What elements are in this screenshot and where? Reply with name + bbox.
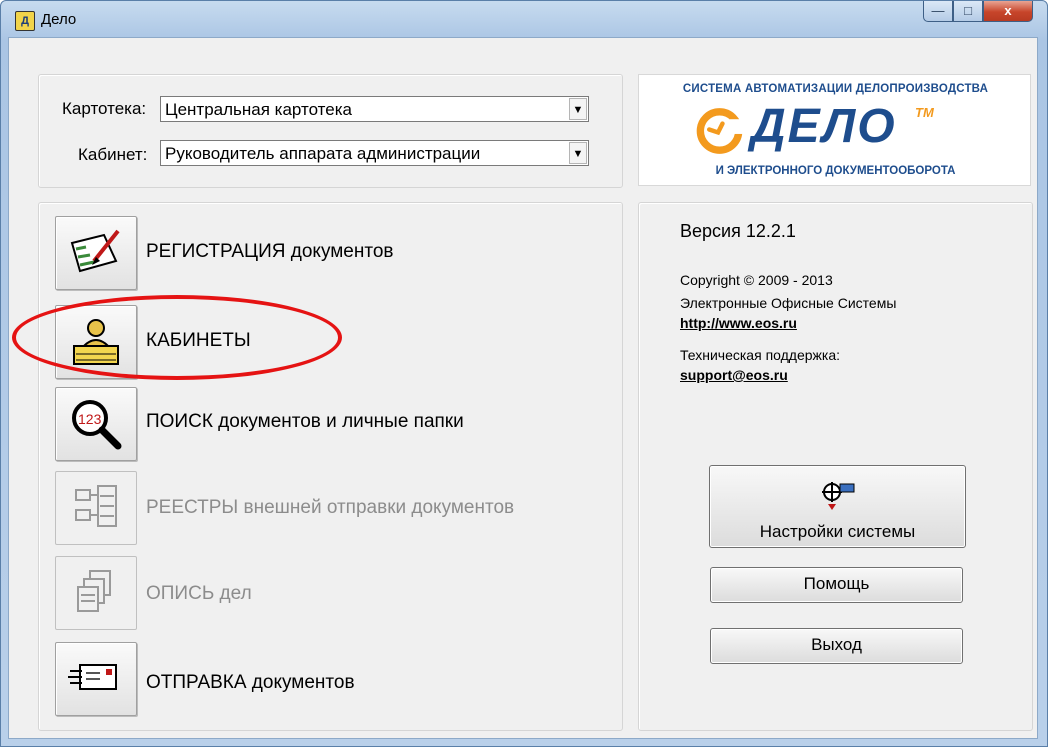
registration-pen-icon <box>70 229 120 273</box>
title-bar[interactable]: Д Дело — □ x <box>1 1 1047 37</box>
kartoteka-label: Картотека: <box>62 99 147 118</box>
logo-bottom-text: И ЭЛЕКТРОННОГО ДОКУМЕНТООБОРОТА <box>715 165 956 177</box>
cabinets-label[interactable]: КАБИНЕТЫ <box>146 330 251 352</box>
help-button[interactable]: Помощь <box>710 567 963 603</box>
website-link[interactable]: http://www.eos.ru <box>680 315 797 331</box>
clerk-at-desk-icon <box>73 319 119 365</box>
kabinet-label: Кабинет: <box>78 145 148 164</box>
exit-label: Выход <box>811 635 862 654</box>
support-email-link[interactable]: support@eos.ru <box>680 367 788 383</box>
logo-tm: TM <box>915 105 934 120</box>
inventory-label[interactable]: ОПИСЬ дел <box>146 583 252 605</box>
delo-logo: СИСТЕМА АВТОМАТИЗАЦИИ ДЕЛОПРОИЗВОДСТВА Д… <box>638 74 1031 186</box>
selector-panel <box>38 74 623 188</box>
sending-button[interactable] <box>55 642 137 716</box>
search-label[interactable]: ПОИСК документов и личные папки <box>146 411 464 433</box>
exit-button[interactable]: Выход <box>710 628 963 664</box>
chevron-down-icon[interactable]: ▼ <box>569 142 587 164</box>
kabinet-select[interactable]: Руководитель аппарата администрации ▼ <box>160 140 589 166</box>
clock-arrow-logo-icon <box>696 108 745 154</box>
window-title: Дело <box>41 11 77 28</box>
registration-button[interactable] <box>55 216 137 290</box>
envelope-send-icon <box>68 664 117 690</box>
company-text: Электронные Офисные Системы <box>680 295 897 311</box>
svg-text:123: 123 <box>78 411 102 427</box>
logo-top-text: СИСТЕМА АВТОМАТИЗАЦИИ ДЕЛОПРОИЗВОДСТВА <box>682 83 989 95</box>
kartoteka-select[interactable]: Центральная картотека ▼ <box>160 96 589 122</box>
magnifier-search-icon: 123 <box>72 400 122 450</box>
version-text: Версия 12.2.1 <box>680 221 796 241</box>
copyright-text: Copyright © 2009 - 2013 <box>680 272 833 288</box>
inventory-button[interactable] <box>55 556 137 630</box>
help-label: Помощь <box>803 574 870 593</box>
registers-label[interactable]: РЕЕСТРЫ внешней отправки документов <box>146 497 514 519</box>
kartoteka-value: Центральная картотека <box>165 100 352 119</box>
stacked-files-icon <box>77 570 111 612</box>
maximize-button[interactable]: □ <box>953 1 983 22</box>
caption-buttons: — □ x <box>923 1 1033 23</box>
logo-wordmark: ДЕЛО <box>751 100 897 153</box>
settings-tools-icon <box>822 482 855 510</box>
search-button[interactable]: 123 <box>55 387 137 461</box>
kabinet-value: Руководитель аппарата администрации <box>165 144 481 163</box>
registry-tree-icon <box>75 485 117 527</box>
app-icon: Д <box>15 11 35 31</box>
minimize-button[interactable]: — <box>923 1 953 22</box>
sending-label[interactable]: ОТПРАВКА документов <box>146 672 355 694</box>
registers-button[interactable] <box>55 471 137 545</box>
close-button[interactable]: x <box>983 1 1033 22</box>
settings-button[interactable]: Настройки системы <box>709 465 966 548</box>
registration-label[interactable]: РЕГИСТРАЦИЯ документов <box>146 241 394 263</box>
settings-label: Настройки системы <box>759 522 916 541</box>
support-label: Техническая поддержка: <box>680 347 841 363</box>
cabinets-button[interactable] <box>55 305 137 379</box>
chevron-down-icon[interactable]: ▼ <box>569 98 587 120</box>
